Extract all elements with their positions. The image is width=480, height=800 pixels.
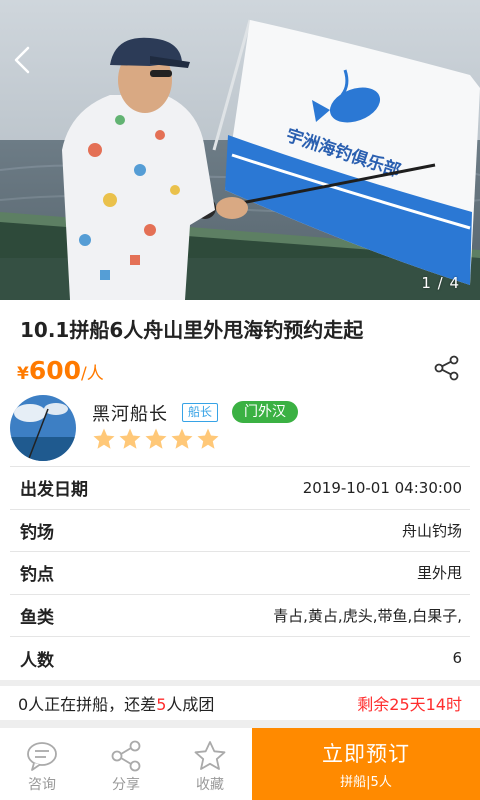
- role-badge: 船长: [182, 403, 219, 422]
- detail-row: 鱼类 青占,黄占,虎头,带鱼,白果子,: [10, 595, 470, 637]
- detail-row: 钓场 舟山钓场: [10, 510, 470, 552]
- captain-rating: [92, 427, 220, 451]
- star-icon: [93, 428, 115, 449]
- divider: [0, 720, 480, 728]
- detail-row: 人数 6: [10, 637, 470, 680]
- time-left: 剩余25天14时: [357, 695, 462, 714]
- level-badge: 门外汉: [232, 401, 298, 423]
- favorite-button[interactable]: 收藏: [170, 728, 250, 800]
- star-outline-icon: [194, 741, 226, 770]
- price-unit: /人: [81, 364, 104, 384]
- share-icon: [111, 740, 141, 772]
- star-icon: [145, 428, 167, 449]
- consult-label: 咨询: [28, 777, 56, 793]
- detail-value: 里外甩: [416, 564, 462, 583]
- book-label: 立即预订: [322, 742, 410, 766]
- book-sublabel: 拼船|5人: [340, 775, 392, 790]
- group-status: 0人正在拼船，还差5人成团 剩余25天14时: [0, 686, 480, 720]
- back-button[interactable]: [6, 40, 42, 80]
- trip-title: 10.1拼船6人舟山里外甩海钓预约走起: [20, 318, 364, 342]
- detail-label: 钓场: [20, 522, 54, 543]
- detail-value: 舟山钓场: [401, 521, 462, 540]
- book-now-button[interactable]: 立即预订 拼船|5人: [252, 728, 480, 800]
- chat-bubble-icon: [27, 742, 57, 771]
- star-icon: [171, 428, 193, 449]
- trip-details: 出发日期 2019-10-01 04:30:00 钓场 舟山钓场钓点 里外甩鱼类 青占,黄…: [10, 466, 470, 680]
- share-button[interactable]: [434, 355, 460, 381]
- consult-button[interactable]: 咨询: [2, 728, 82, 800]
- chevron-left-icon: [14, 46, 30, 74]
- price-currency: ¥: [17, 364, 29, 384]
- favorite-label: 收藏: [196, 777, 224, 793]
- bottom-action-bar: 咨询 分享 收藏 立即预订 拼船|5人: [0, 728, 480, 800]
- hero-photo[interactable]: 宇洲海钓俱乐部 1 / 4: [0, 0, 480, 300]
- remaining-people: 5: [156, 695, 167, 714]
- captain-avatar[interactable]: [10, 395, 76, 461]
- share-icon: [434, 355, 459, 381]
- detail-row: 出发日期 2019-10-01 04:30:00: [10, 467, 470, 510]
- detail-row: 钓点 里外甩: [10, 552, 470, 595]
- detail-value: 6: [452, 649, 462, 668]
- status-prefix: 0人正在拼船，还差: [18, 695, 157, 714]
- fishing-photo: 宇洲海钓俱乐部: [0, 0, 480, 300]
- price-amount: 600: [28, 356, 82, 385]
- detail-value: 青占,黄占,虎头,带鱼,白果子,: [273, 606, 462, 625]
- trip-price: ¥600/人: [17, 356, 104, 385]
- detail-label: 人数: [20, 650, 54, 671]
- photo-page-indicator: 1 / 4: [421, 274, 460, 292]
- group-progress: 0人正在拼船，还差5人成团: [18, 691, 214, 715]
- detail-value: 2019-10-01 04:30:00: [302, 478, 462, 497]
- star-icon: [197, 428, 219, 449]
- captain-name[interactable]: 黑河船长: [92, 400, 168, 426]
- star-icon: [119, 428, 141, 449]
- share-tab-button[interactable]: 分享: [86, 728, 166, 800]
- detail-label: 钓点: [20, 565, 54, 586]
- detail-label: 鱼类: [20, 607, 54, 628]
- share-label: 分享: [112, 777, 140, 793]
- avatar-image: [10, 395, 76, 461]
- detail-label: 出发日期: [20, 480, 88, 501]
- status-suffix: 人成团: [166, 695, 215, 714]
